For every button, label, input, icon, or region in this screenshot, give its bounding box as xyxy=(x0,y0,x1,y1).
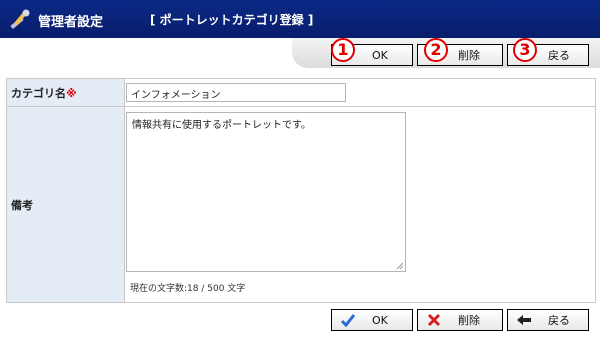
char-counter: 現在の文字数:18 / 500 文字 xyxy=(130,284,246,294)
ok-button-bottom[interactable]: OK xyxy=(331,309,413,331)
back-label: 戻る xyxy=(548,49,570,62)
delete-button-bottom[interactable]: 削除 xyxy=(417,309,503,331)
back-label: 戻る xyxy=(548,314,570,327)
check-icon xyxy=(340,314,356,328)
back-arrow-icon xyxy=(517,315,531,325)
page-title: 管理者設定 xyxy=(38,15,104,30)
category-name-input[interactable]: インフォメーション xyxy=(126,83,346,102)
delete-label: 削除 xyxy=(458,314,480,327)
note-textarea[interactable]: 情報共有に使用するポートレットです。 xyxy=(126,112,406,272)
note-label: 備考 xyxy=(6,106,125,303)
tools-icon xyxy=(10,9,30,30)
ok-label: OK xyxy=(372,48,388,62)
back-button-bottom[interactable]: 戻る xyxy=(507,309,589,331)
required-mark: ※ xyxy=(66,86,77,100)
title-bar: 管理者設定 [ ポートレットカテゴリ登録 ] xyxy=(0,0,600,38)
note-text: 情報共有に使用するポートレットです。 xyxy=(132,120,311,131)
category-name-label: カテゴリ名※ xyxy=(6,78,125,107)
delete-label: 削除 xyxy=(458,49,480,62)
callout-3: 3 xyxy=(513,38,537,62)
cross-icon xyxy=(427,313,441,327)
ok-label: OK xyxy=(372,313,388,327)
page-subtitle: [ ポートレットカテゴリ登録 ] xyxy=(150,13,314,27)
callout-2: 2 xyxy=(424,38,448,62)
resize-grip-icon[interactable] xyxy=(395,261,403,269)
callout-1: 1 xyxy=(331,38,355,62)
